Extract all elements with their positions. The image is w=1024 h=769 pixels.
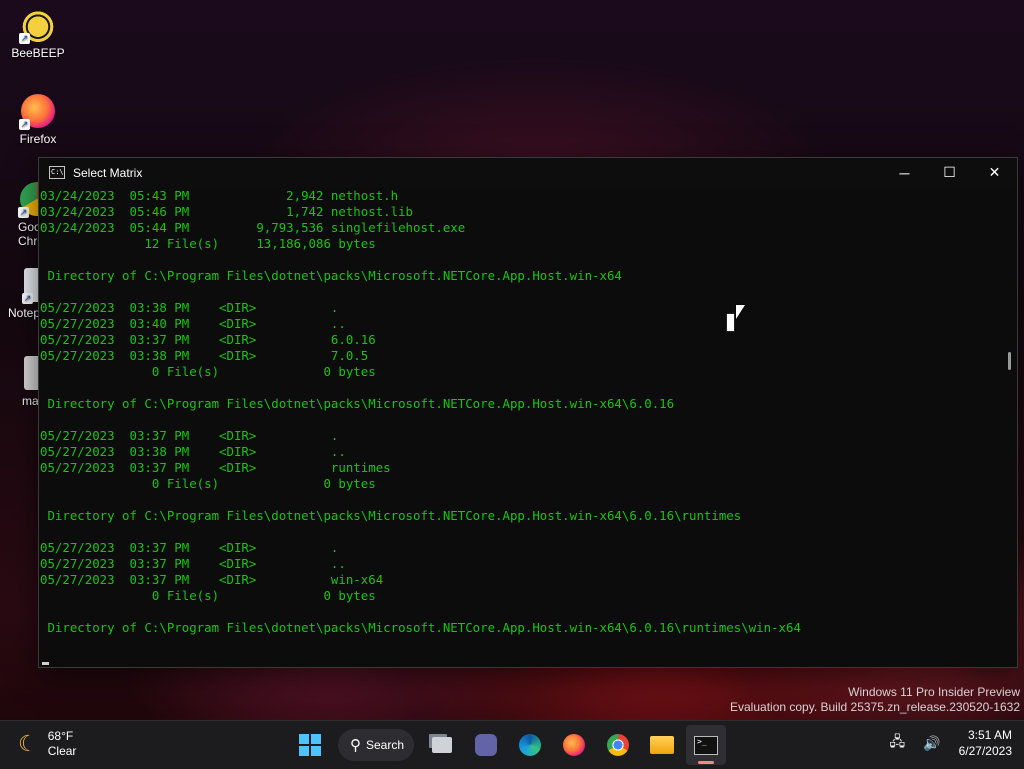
watermark-line-2: Evaluation copy. Build 25375.zn_release.… xyxy=(730,700,1020,714)
file-explorer-button[interactable] xyxy=(642,725,682,765)
terminal-taskbar-button[interactable]: >_ xyxy=(686,725,726,765)
moon-icon: ☾ xyxy=(18,731,38,756)
search-icon: ⚲ xyxy=(350,737,361,754)
firefox-icon xyxy=(563,734,585,756)
terminal-icon: >_ xyxy=(694,735,718,755)
evaluation-watermark: Windows 11 Pro Insider Preview Evaluatio… xyxy=(730,685,1020,715)
clock-date: 6/27/2023 xyxy=(958,744,1012,758)
minimize-icon: ─ xyxy=(899,164,910,181)
maximize-icon: ☐ xyxy=(943,164,956,180)
file-explorer-icon xyxy=(650,736,674,754)
vertical-scrollbar[interactable] xyxy=(1001,188,1017,667)
chrome-icon: ↗ xyxy=(18,182,40,218)
desktop-icon-label: Firefox xyxy=(19,132,57,146)
scrollbar-thumb[interactable] xyxy=(1008,352,1011,370)
volume-icon[interactable]: 🔊 xyxy=(923,735,946,752)
clock[interactable]: 3:51 AM 6/27/2023 xyxy=(959,727,1012,759)
weather-temperature: 68°F xyxy=(47,729,74,743)
watermark-line-1: Windows 11 Pro Insider Preview xyxy=(848,685,1020,699)
maximize-button[interactable]: ☐ xyxy=(927,158,972,187)
close-icon: ✕ xyxy=(988,164,1001,180)
bee-app-icon: ↗ xyxy=(19,8,55,44)
desktop-icon-chrome[interactable]: ↗ Goo Chro xyxy=(0,182,40,248)
chrome-icon xyxy=(607,734,629,756)
search-label: Search xyxy=(366,738,405,752)
console-output-area[interactable]: 03/24/2023 05:43 PM 2,942 nethost.h 03/2… xyxy=(39,188,1001,667)
desktop-icon-notepad[interactable]: ↗ Notep xyxy=(0,268,40,320)
task-view-button[interactable] xyxy=(422,725,462,765)
desktop-icon-label: Goo Chro xyxy=(18,220,40,248)
taskbar-apps: ⚲ Search >_ xyxy=(288,725,728,765)
edge-button[interactable] xyxy=(510,725,550,765)
mouse-pointer-icon xyxy=(736,305,745,319)
windows-logo-icon xyxy=(299,734,321,756)
desktop-icon-label: Notep xyxy=(8,306,40,320)
task-view-icon xyxy=(432,737,452,753)
close-button[interactable]: ✕ xyxy=(972,158,1017,187)
desktop-icon-firefox[interactable]: ↗ Firefox xyxy=(0,94,76,146)
firefox-icon: ↗ xyxy=(19,94,55,130)
network-icon[interactable]: 🖧 xyxy=(890,731,912,755)
desktop-icon-label: BeeBEEP xyxy=(11,46,65,60)
teams-chat-icon xyxy=(475,734,497,756)
desktop-icon-beebeep[interactable]: ↗ BeeBEEP xyxy=(0,8,76,60)
text-cursor xyxy=(42,662,49,665)
start-button[interactable] xyxy=(290,725,330,765)
desktop-icon-file[interactable]: ma xyxy=(0,356,40,408)
minimize-button[interactable]: ─ xyxy=(882,158,927,187)
weather-condition: Clear xyxy=(47,744,77,758)
firefox-taskbar-button[interactable] xyxy=(554,725,594,765)
edge-icon xyxy=(519,734,541,756)
teams-chat-button[interactable] xyxy=(466,725,506,765)
chrome-taskbar-button[interactable] xyxy=(598,725,638,765)
taskbar: ☾ 68°F Clear ⚲ Search >_ 🖧 🔊 3:51 AM 6/2… xyxy=(0,720,1024,769)
search-button[interactable]: ⚲ Search xyxy=(338,729,414,761)
terminal-window[interactable]: C:\ Select Matrix ─ ☐ ✕ 03/24/2023 05:43… xyxy=(38,157,1018,668)
title-bar[interactable]: C:\ Select Matrix ─ ☐ ✕ xyxy=(39,158,1017,187)
clock-time: 3:51 AM xyxy=(967,728,1012,742)
weather-widget[interactable]: ☾ 68°F Clear xyxy=(18,729,76,759)
console-output: 03/24/2023 05:43 PM 2,942 nethost.h 03/2… xyxy=(40,188,801,635)
window-title: Select Matrix xyxy=(73,165,143,180)
system-tray: 🖧 🔊 3:51 AM 6/27/2023 xyxy=(890,727,1012,759)
command-prompt-icon: C:\ xyxy=(49,166,65,179)
ibeam-cursor-icon xyxy=(726,313,735,332)
